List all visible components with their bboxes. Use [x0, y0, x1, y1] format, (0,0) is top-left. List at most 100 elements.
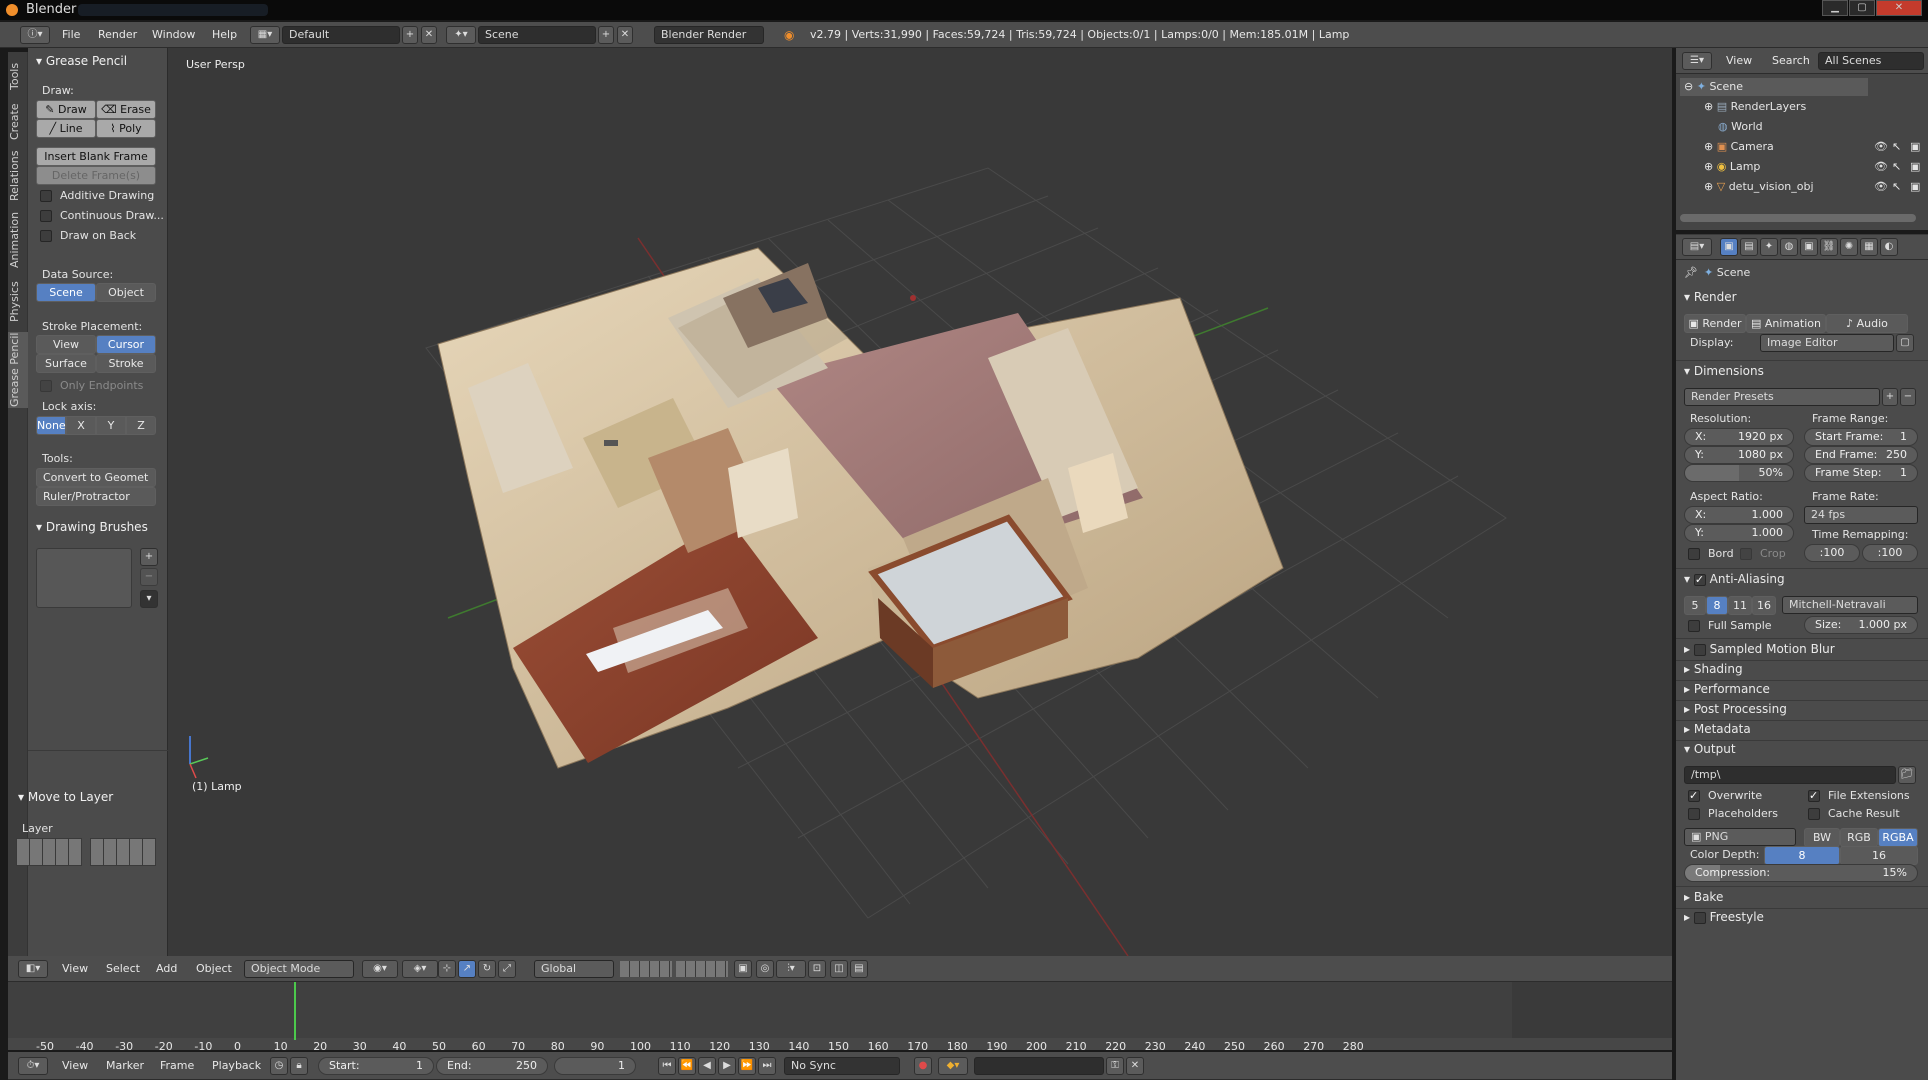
add-screen-icon[interactable]: +: [402, 26, 418, 44]
lamp-visibility-eye-icon[interactable]: 👁︎: [1874, 160, 1888, 173]
brush-list[interactable]: [36, 548, 132, 608]
display-popup-icon[interactable]: ▢: [1896, 334, 1914, 352]
aspect-x-field[interactable]: X: 1.000: [1684, 506, 1794, 524]
outliner-item-camera[interactable]: ⊕ ▣ Camera: [1704, 140, 1774, 153]
resolution-percentage-slider[interactable]: 50%: [1684, 464, 1794, 482]
compression-slider[interactable]: Compression: 15%: [1684, 864, 1918, 882]
freestyle-checkbox[interactable]: [1693, 911, 1706, 924]
sampled-motion-blur-panel-title[interactable]: ▸ Sampled Motion Blur: [1684, 642, 1835, 656]
output-panel-title[interactable]: ▾ Output: [1684, 742, 1736, 756]
render-context-icon[interactable]: ▣: [1720, 238, 1738, 256]
freestyle-panel-title[interactable]: ▸ Freestyle: [1684, 910, 1764, 924]
crop-checkbox[interactable]: [1740, 548, 1752, 560]
data-source-object-button[interactable]: Object: [96, 283, 156, 302]
menu-view[interactable]: View: [62, 956, 88, 982]
menu-file[interactable]: File: [62, 22, 80, 48]
transform-orientation-select[interactable]: Global: [534, 960, 614, 978]
keying-set-field[interactable]: [974, 1057, 1104, 1075]
lamp-render-icon[interactable]: ▣: [1910, 160, 1920, 173]
add-scene-icon[interactable]: +: [598, 26, 614, 44]
layer-grid-right[interactable]: [90, 838, 156, 866]
aa-filter-size-field[interactable]: Size: 1.000 px: [1804, 616, 1918, 634]
delete-frames-button[interactable]: Delete Frame(s): [36, 166, 156, 185]
tab-physics[interactable]: Physics: [8, 278, 28, 326]
erase-button[interactable]: ⌫ Erase: [96, 100, 156, 119]
timeline-track[interactable]: [8, 982, 1672, 1038]
opengl-animation-icon[interactable]: ▤: [850, 960, 868, 978]
viewport-shading-icon[interactable]: ◉▾: [362, 960, 398, 978]
screen-layout-field[interactable]: Default: [282, 26, 400, 44]
timeline[interactable]: -50 -40 -30 -20 -10 0 10 20 30 40 50 60 70 80 90 100 110…: [8, 982, 1672, 1053]
apartment-model[interactable]: [437, 247, 1284, 769]
lock-axis-none-button[interactable]: None: [36, 416, 66, 435]
translate-icon[interactable]: ↗: [458, 960, 476, 978]
outliner-item-scene[interactable]: ⊖ ✦ Scene: [1684, 80, 1743, 93]
record-icon[interactable]: ●: [914, 1057, 932, 1075]
bake-panel-title[interactable]: ▸ Bake: [1684, 890, 1723, 904]
camera-visibility-eye-icon[interactable]: 👁︎: [1874, 140, 1888, 153]
sync-mode-select[interactable]: No Sync: [784, 1057, 900, 1075]
time-remap-old-field[interactable]: :100: [1804, 544, 1860, 562]
menu-render[interactable]: Render: [98, 22, 137, 48]
context-pin-icon[interactable]: 📌︎: [1684, 266, 1698, 279]
snap-element-icon[interactable]: ⫶▾: [776, 960, 806, 978]
placement-stroke-button[interactable]: Stroke: [96, 354, 156, 373]
remove-scene-icon[interactable]: ✕: [617, 26, 633, 44]
current-frame-marker[interactable]: [294, 982, 296, 1040]
outliner-filter-select[interactable]: All Scenes: [1818, 52, 1924, 70]
post-processing-panel-title[interactable]: ▸ Post Processing: [1684, 702, 1787, 716]
start-frame-field[interactable]: Start Frame: 1: [1804, 428, 1918, 446]
outliner-item-lamp[interactable]: ⊕ ◉ Lamp: [1704, 160, 1760, 173]
color-depth-16-button[interactable]: 16: [1840, 846, 1918, 865]
screen-layout-icon[interactable]: ▦▾: [250, 26, 280, 44]
object-data-context-icon[interactable]: ✺: [1840, 238, 1858, 256]
editor-type-timeline-icon[interactable]: ⏱▾: [18, 1057, 48, 1075]
lock-layers-icon[interactable]: ▣: [734, 960, 752, 978]
menu-outliner-search[interactable]: Search: [1772, 48, 1810, 74]
draw-on-back-checkbox[interactable]: [40, 230, 52, 242]
remove-preset-icon[interactable]: −: [1900, 388, 1916, 406]
placeholders-checkbox[interactable]: [1688, 808, 1700, 820]
close-button[interactable]: ✕: [1876, 0, 1922, 16]
animation-button[interactable]: ▤ Animation: [1746, 314, 1826, 333]
cache-result-checkbox[interactable]: [1808, 808, 1820, 820]
file-extensions-checkbox[interactable]: [1808, 789, 1820, 802]
placement-cursor-button[interactable]: Cursor: [96, 335, 156, 354]
lock-axis-z-button[interactable]: Z: [126, 416, 156, 435]
menu-select[interactable]: Select: [106, 956, 140, 982]
convert-to-geometry-button[interactable]: Convert to Geomet ▾: [36, 468, 156, 501]
proportional-edit-icon[interactable]: ◎: [756, 960, 774, 978]
delete-keyframe-icon[interactable]: ✕: [1126, 1057, 1144, 1075]
outliner-item-world[interactable]: ◍ World: [1718, 120, 1763, 133]
render-layers-context-icon[interactable]: ▤: [1740, 238, 1758, 256]
placement-surface-button[interactable]: Surface: [36, 354, 96, 373]
brush-specials-icon[interactable]: ▾: [140, 590, 158, 608]
render-button[interactable]: ▣ Render: [1684, 314, 1746, 333]
use-preview-range-icon[interactable]: ◷: [270, 1057, 288, 1075]
editor-type-3d-icon[interactable]: ◧▾: [18, 960, 48, 978]
camera-select-cursor-icon[interactable]: ↖: [1892, 140, 1901, 153]
display-select[interactable]: Image Editor: [1760, 334, 1894, 352]
mesh-visibility-eye-icon[interactable]: 👁︎: [1874, 180, 1888, 193]
add-brush-icon[interactable]: +: [140, 548, 158, 566]
color-rgba-button[interactable]: RGBA: [1878, 828, 1918, 847]
color-rgb-button[interactable]: RGB: [1840, 828, 1878, 847]
play-reverse-icon[interactable]: ◀: [698, 1057, 716, 1075]
performance-panel-title[interactable]: ▸ Performance: [1684, 682, 1770, 696]
resolution-y-field[interactable]: Y: 1080 px: [1684, 446, 1794, 464]
keying-icon[interactable]: ◆▾: [938, 1057, 968, 1075]
additive-drawing-checkbox[interactable]: [40, 190, 52, 202]
physics-context-icon[interactable]: ◐: [1880, 238, 1898, 256]
output-path-folder-icon[interactable]: 📁︎: [1898, 766, 1916, 784]
line-button[interactable]: ╱ Line: [36, 119, 96, 138]
snap-target-icon[interactable]: ⊡: [808, 960, 826, 978]
full-sample-checkbox[interactable]: [1688, 620, 1700, 632]
draw-button[interactable]: ✎ Draw: [36, 100, 96, 119]
anti-aliasing-panel-title[interactable]: ▾ Anti-Aliasing: [1684, 572, 1785, 586]
tab-relations[interactable]: Relations: [8, 150, 28, 202]
layer-grid-left[interactable]: [16, 838, 82, 866]
jump-start-icon[interactable]: ⏮: [658, 1057, 676, 1075]
menu-marker[interactable]: Marker: [106, 1052, 144, 1078]
color-depth-8-button[interactable]: 8: [1764, 846, 1840, 865]
metadata-panel-title[interactable]: ▸ Metadata: [1684, 722, 1751, 736]
